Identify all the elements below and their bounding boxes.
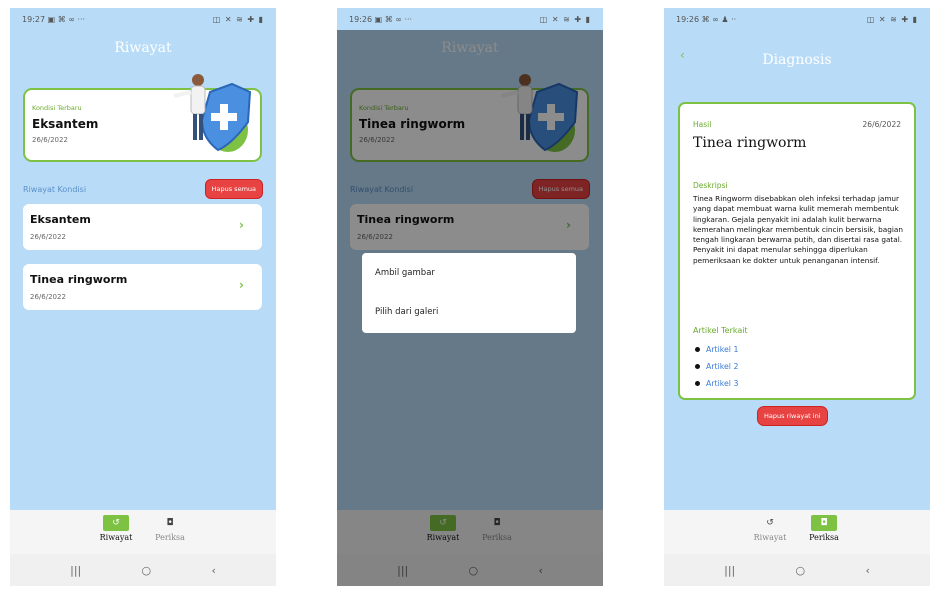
history-icon: ↺ — [103, 515, 129, 531]
item-date: 26/6/2022 — [30, 233, 66, 241]
status-left-icons: ⌘ ∞ ♟ ·· — [701, 14, 737, 24]
item-date: 26/6/2022 — [30, 293, 66, 301]
latest-date: 26/6/2022 — [32, 136, 68, 144]
chevron-right-icon: › — [239, 218, 244, 232]
section-title: Riwayat Kondisi — [23, 184, 87, 194]
delete-history-button[interactable]: Hapus riwayat ini — [757, 406, 828, 426]
result-name: Tinea ringworm — [693, 135, 807, 151]
article-list: Artikel 1 Artikel 2 Artikel 3 — [695, 341, 738, 392]
list-item: Artikel 2 — [695, 358, 738, 375]
result-date: 26/6/2022 — [862, 120, 901, 129]
home-button[interactable]: ○ — [142, 564, 152, 577]
status-right-icons: ◫ ✕ ≋ ✚ ▮ — [212, 14, 264, 24]
history-icon: ↺ — [766, 518, 774, 528]
result-label: Hasil — [693, 120, 712, 129]
nav-riwayat[interactable]: ↺ Riwayat — [750, 515, 790, 554]
history-section-header: Riwayat Kondisi Hapus semua — [23, 179, 263, 199]
nav-periksa-label: Periksa — [809, 533, 839, 542]
chevron-right-icon: › — [239, 278, 244, 292]
camera-icon: ◘ — [811, 515, 837, 531]
latest-name: Eksantem — [32, 117, 99, 131]
status-time: 19:27 — [22, 14, 46, 24]
recents-button[interactable]: ||| — [70, 564, 81, 577]
page-title: Riwayat — [114, 40, 172, 56]
screen-diagnosis: 19:26 ⌘ ∞ ♟ ·· ◫ ✕ ≋ ✚ ▮ ‹ Diagnosis Has… — [664, 8, 930, 586]
bottom-nav: ↺ Riwayat ◘ Periksa — [664, 510, 930, 554]
nav-periksa[interactable]: ◘ Periksa — [150, 515, 190, 554]
nav-periksa[interactable]: ◘ Periksa — [804, 515, 844, 554]
description-text: Tinea Ringworm disebabkan oleh infeksi t… — [693, 194, 903, 265]
camera-icon: ◘ — [166, 518, 174, 528]
clear-all-button[interactable]: Hapus semua — [204, 179, 263, 199]
system-nav: ||| ○ ‹ — [664, 554, 930, 586]
item-name: Tinea ringworm — [30, 273, 128, 286]
list-item: Artikel 1 — [695, 341, 738, 358]
page-title: Diagnosis — [762, 52, 832, 68]
article-link[interactable]: Artikel 2 — [706, 362, 738, 371]
status-time: 19:26 — [349, 14, 373, 24]
back-button[interactable]: ‹ — [211, 564, 215, 577]
list-item[interactable]: Tinea ringworm 26/6/2022 › — [23, 264, 262, 310]
status-left-icons: ▣ ⌘ ∞ ··· — [47, 14, 86, 24]
back-button[interactable]: ‹ — [865, 564, 869, 577]
status-time: 19:26 — [676, 14, 700, 24]
bottom-nav: ↺ Riwayat ◘ Periksa — [10, 510, 276, 554]
latest-condition-card[interactable]: Kondisi Terbaru Eksantem 26/6/2022 — [23, 74, 262, 162]
image-source-dialog: Ambil gambar Pilih dari galeri — [362, 253, 576, 333]
list-item[interactable]: Eksantem 26/6/2022 › — [23, 204, 262, 250]
list-item: Artikel 3 — [695, 375, 738, 392]
nav-riwayat-label: Riwayat — [99, 533, 133, 542]
doctor-shield-illustration — [173, 74, 252, 152]
article-link[interactable]: Artikel 1 — [706, 345, 738, 354]
home-button[interactable]: ○ — [796, 564, 806, 577]
article-link[interactable]: Artikel 3 — [706, 379, 738, 388]
bullet-icon — [695, 347, 700, 352]
status-bar: 19:27 ▣ ⌘ ∞ ··· ◫ ✕ ≋ ✚ ▮ — [10, 8, 276, 30]
description-label: Deskripsi — [693, 181, 728, 190]
system-nav: ||| ○ ‹ — [10, 554, 276, 586]
pick-gallery-option[interactable]: Pilih dari galeri — [375, 307, 438, 317]
item-name: Eksantem — [30, 213, 91, 226]
screen-riwayat: 19:27 ▣ ⌘ ∞ ··· ◫ ✕ ≋ ✚ ▮ Riwayat Kondis… — [10, 8, 276, 586]
bullet-icon — [695, 381, 700, 386]
status-bar: 19:26 ▣ ⌘ ∞ ··· ◫ ✕ ≋ ✚ ▮ — [337, 8, 603, 30]
bullet-icon — [695, 364, 700, 369]
status-right-icons: ◫ ✕ ≋ ✚ ▮ — [539, 14, 591, 24]
nav-riwayat[interactable]: ↺ Riwayat — [96, 515, 136, 554]
latest-label: Kondisi Terbaru — [32, 104, 82, 112]
recents-button[interactable]: ||| — [724, 564, 735, 577]
screen-riwayat-dialog: 19:26 ▣ ⌘ ∞ ··· ◫ ✕ ≋ ✚ ▮ Riwayat Kondis… — [337, 8, 603, 586]
nav-riwayat-label: Riwayat — [753, 533, 787, 542]
status-left-icons: ▣ ⌘ ∞ ··· — [374, 14, 413, 24]
take-photo-option[interactable]: Ambil gambar — [375, 268, 435, 278]
diagnosis-card: Hasil 26/6/2022 Tinea ringworm Deskripsi… — [678, 102, 916, 400]
status-bar: 19:26 ⌘ ∞ ♟ ·· ◫ ✕ ≋ ✚ ▮ — [664, 8, 930, 30]
articles-label: Artikel Terkait — [693, 326, 748, 335]
status-right-icons: ◫ ✕ ≋ ✚ ▮ — [866, 14, 918, 24]
nav-periksa-label: Periksa — [155, 533, 185, 542]
